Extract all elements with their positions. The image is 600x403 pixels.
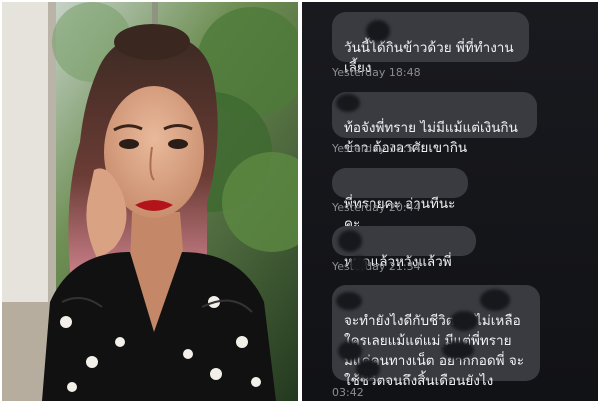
- split-image-frame: วันนี้ได้กินข้าวด้วย พี่ที่ทำงานเลี้ยง Y…: [0, 0, 600, 403]
- redaction-blur: [336, 292, 362, 310]
- redaction-blur: [338, 230, 362, 252]
- redaction-blur: [480, 289, 510, 311]
- redaction-blur: [366, 20, 390, 42]
- message-timestamp: Yesterday 21:34: [332, 260, 421, 273]
- message-list[interactable]: วันนี้ได้กินข้าวด้วย พี่ที่ทำงานเลี้ยง Y…: [302, 2, 598, 401]
- portrait-photo: [2, 2, 298, 401]
- message-timestamp: Yesterday 18:48: [332, 66, 421, 79]
- redaction-blur: [356, 359, 380, 379]
- message-bubble[interactable]: พี่ทรายคะ อ่านทีนะคะ: [332, 168, 468, 232]
- redaction-blur: [350, 256, 368, 272]
- redaction-blur: [338, 341, 362, 361]
- message-timestamp: Yesterday 20:44: [332, 201, 421, 214]
- chat-screenshot: วันนี้ได้กินข้าวด้วย พี่ที่ทำงานเลี้ยง Y…: [302, 2, 598, 401]
- redaction-blur: [442, 341, 474, 359]
- redaction-blur: [336, 94, 360, 112]
- message-bubble[interactable]: วันนี้ได้กินข้าวด้วย พี่ที่ทำงานเลี้ยง: [332, 12, 529, 76]
- message-bubble[interactable]: ท้อจังพี่ทราย ไม่มีแม้แต่เงินกินข้าว ต้อ…: [332, 92, 537, 156]
- message-timestamp: Yesterday 18:54: [332, 142, 421, 155]
- message-timestamp: 03:42: [332, 386, 364, 399]
- portrait-illustration: [2, 2, 298, 401]
- redaction-blur: [450, 311, 478, 331]
